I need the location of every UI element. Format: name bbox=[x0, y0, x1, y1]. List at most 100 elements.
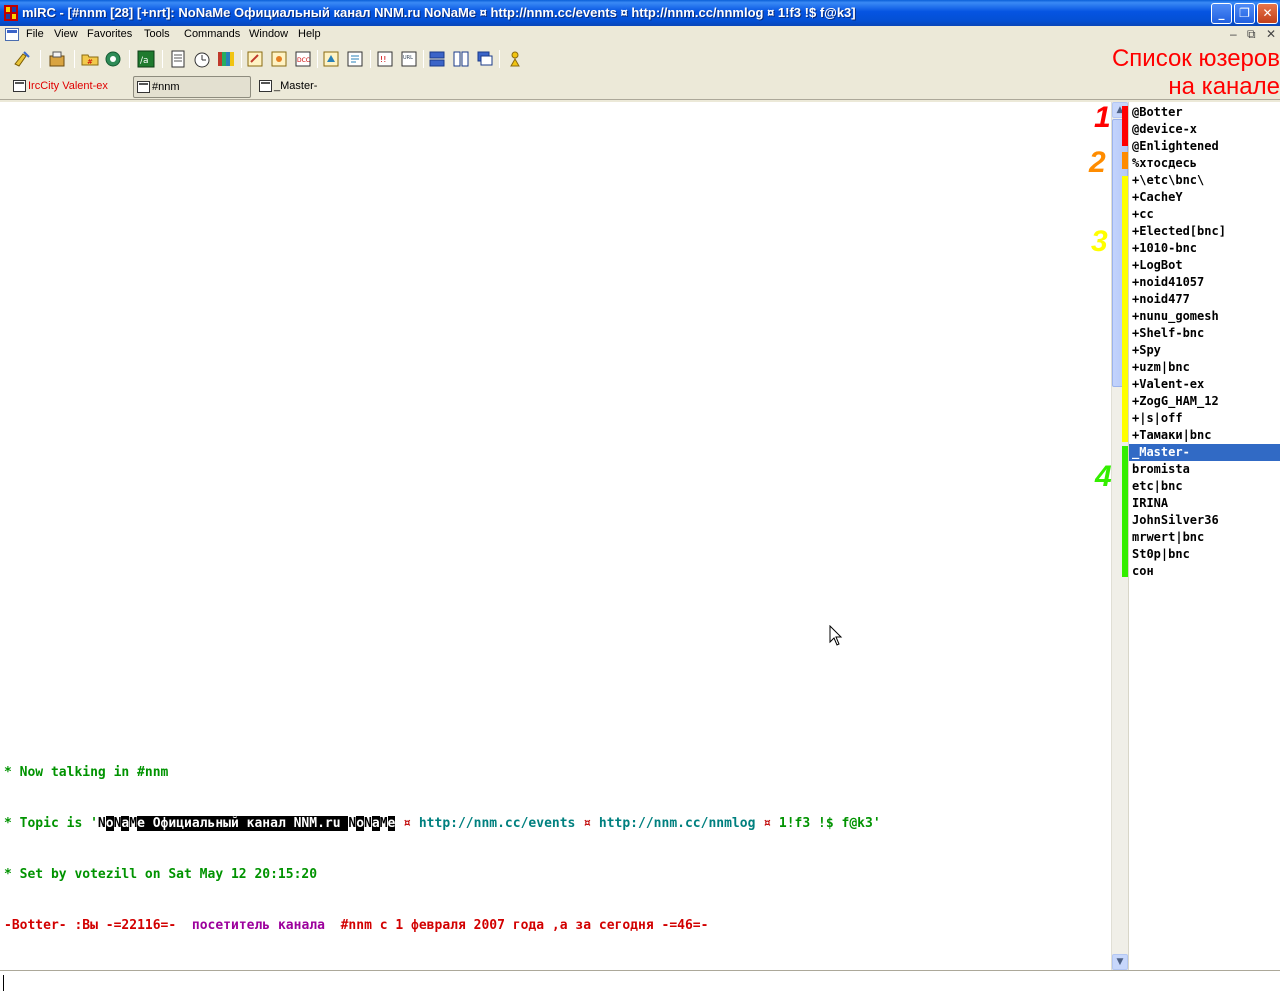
toolbar-separator bbox=[499, 50, 500, 68]
svg-text:#: # bbox=[87, 58, 93, 66]
nick-list-item[interactable]: +Spy bbox=[1129, 342, 1280, 359]
nick-list-item[interactable]: +1010-bnc bbox=[1129, 240, 1280, 257]
nick-list-item[interactable]: mrwert|bnc bbox=[1129, 529, 1280, 546]
group-4-bar bbox=[1122, 446, 1128, 577]
url-list-icon[interactable] bbox=[346, 50, 364, 68]
topic-link-events[interactable]: http://nnm.cc/events bbox=[419, 816, 576, 831]
nick-list-item[interactable]: +|s|off bbox=[1129, 410, 1280, 427]
nick-list-item[interactable]: +ZogG_HAM_12 bbox=[1129, 393, 1280, 410]
nick-list-item[interactable]: etc|bnc bbox=[1129, 478, 1280, 495]
menu-file[interactable]: File bbox=[26, 28, 44, 40]
title-bar[interactable]: mIRC - [#nnm [28] [+nrt]: NoNaMe Официал… bbox=[0, 0, 1280, 26]
options-icon[interactable] bbox=[48, 50, 66, 68]
topic-prefix: * Topic is ' bbox=[4, 816, 98, 831]
nick-list-item[interactable]: +Тамаки|bnc bbox=[1129, 427, 1280, 444]
menu-window[interactable]: Window bbox=[249, 28, 288, 40]
tab-channel-nnm[interactable]: #nnm bbox=[133, 76, 251, 98]
group-2-number: 2 bbox=[1089, 146, 1106, 179]
nick-list-item[interactable]: +Shelf-bnc bbox=[1129, 325, 1280, 342]
topic-char: e bbox=[137, 816, 145, 831]
tile-vertical-icon[interactable] bbox=[452, 50, 470, 68]
annotation-title-line2: на канале bbox=[1168, 73, 1280, 100]
nick-list-item[interactable]: @device-x bbox=[1129, 121, 1280, 138]
nick-list-item[interactable]: _Master- bbox=[1129, 444, 1280, 461]
scripts-editor-icon[interactable]: /a bbox=[137, 50, 155, 68]
minimize-button[interactable]: _ bbox=[1211, 3, 1232, 24]
notify-icon[interactable] bbox=[322, 50, 340, 68]
topic-char: a bbox=[371, 816, 380, 831]
cascade-icon[interactable] bbox=[476, 50, 494, 68]
topic-char: M bbox=[379, 816, 388, 831]
group-3-number: 3 bbox=[1091, 225, 1108, 258]
nick-list-item[interactable]: +\etc\bnc\ bbox=[1129, 172, 1280, 189]
message-input[interactable] bbox=[0, 970, 1280, 994]
channel-window-menu-icon[interactable] bbox=[5, 28, 19, 41]
menu-view[interactable]: View bbox=[54, 28, 78, 40]
mirc-app-icon[interactable] bbox=[4, 5, 18, 21]
nick-list-item[interactable]: @Enlightened bbox=[1129, 138, 1280, 155]
close-button[interactable]: ✕ bbox=[1257, 3, 1278, 24]
nick-list-item[interactable]: @Botter bbox=[1129, 104, 1280, 121]
nick-list-item[interactable]: +cc bbox=[1129, 206, 1280, 223]
topic-link-nnmlog[interactable]: http://nnm.cc/nnmlog bbox=[599, 816, 756, 831]
nick-list-item[interactable]: St0p|bnc bbox=[1129, 546, 1280, 563]
topic-separator: ¤ bbox=[575, 816, 599, 831]
tab-query-master[interactable]: _Master- bbox=[256, 76, 356, 98]
nick-list-item[interactable]: +uzm|bnc bbox=[1129, 359, 1280, 376]
log-viewer-icon[interactable] bbox=[169, 50, 187, 68]
nick-list-item[interactable]: +Valent-ex bbox=[1129, 376, 1280, 393]
timer-icon[interactable] bbox=[193, 50, 211, 68]
tab-label: _Master- bbox=[274, 80, 318, 92]
channels-folder-icon[interactable]: # bbox=[81, 50, 99, 68]
nick-list-item[interactable]: +CacheY bbox=[1129, 189, 1280, 206]
dcc-icon[interactable]: DCC bbox=[294, 50, 312, 68]
topic-tail: 1!f3 !$ f@k3' bbox=[778, 816, 881, 831]
chat-line-notice: -Botter- :Вы -=22116=- посетитель канала… bbox=[4, 917, 881, 934]
menu-favorites[interactable]: Favorites bbox=[87, 28, 132, 40]
chat-line-text: * Now talking in #nnm bbox=[4, 765, 169, 780]
channel-text-area[interactable]: * Now talking in #nnm * Topic is 'NoNaMe… bbox=[0, 102, 1111, 970]
connect-icon[interactable] bbox=[13, 50, 31, 68]
tile-horizontal-icon[interactable] bbox=[428, 50, 446, 68]
nick-list-item[interactable]: +Elected[bnc] bbox=[1129, 223, 1280, 240]
menu-tools[interactable]: Tools bbox=[144, 28, 170, 40]
nick-list-item[interactable]: JohnSilver36 bbox=[1129, 512, 1280, 529]
toolbar-separator bbox=[40, 50, 41, 68]
menu-help[interactable]: Help bbox=[298, 28, 321, 40]
switchbar: IrcCity Valent-ex #nnm _Master- bbox=[0, 74, 1280, 100]
colors-icon[interactable] bbox=[217, 50, 235, 68]
mdi-minimize-button[interactable]: ‒ bbox=[1230, 27, 1237, 41]
tab-irccity-status[interactable]: IrcCity Valent-ex bbox=[10, 76, 125, 98]
nick-list-item[interactable]: +nunu_gomesh bbox=[1129, 308, 1280, 325]
topic-char: o bbox=[356, 816, 365, 831]
chat-line-text: * Set by votezill on Sat May 12 20:15:20 bbox=[4, 867, 318, 882]
received-files-icon[interactable]: !! bbox=[376, 50, 394, 68]
nick-list-item[interactable]: сон bbox=[1129, 563, 1280, 580]
nick-list-item[interactable]: +noid477 bbox=[1129, 291, 1280, 308]
topic-char: o bbox=[105, 816, 114, 831]
nick-list-item[interactable]: +noid41057 bbox=[1129, 274, 1280, 291]
nick-list-item[interactable]: +LogBot bbox=[1129, 257, 1280, 274]
group-4-number: 4 bbox=[1095, 460, 1112, 493]
svg-text:/a: /a bbox=[140, 56, 149, 66]
toolbar-separator bbox=[162, 50, 163, 68]
url-catcher-icon[interactable]: URL bbox=[400, 50, 418, 68]
nick-list-item[interactable]: IRINA bbox=[1129, 495, 1280, 512]
chat-icon[interactable] bbox=[270, 50, 288, 68]
menu-commands[interactable]: Commands bbox=[184, 28, 240, 40]
help-icon[interactable] bbox=[506, 50, 524, 68]
address-book-icon[interactable] bbox=[104, 50, 122, 68]
mdi-close-button[interactable]: ✕ bbox=[1266, 27, 1276, 41]
nick-list-item[interactable]: %хтосдесь bbox=[1129, 155, 1280, 172]
notice-nick[interactable]: -Botter- bbox=[4, 918, 67, 933]
restore-button[interactable]: ❐ bbox=[1234, 3, 1255, 24]
send-file-icon[interactable] bbox=[246, 50, 264, 68]
nick-list[interactable]: @Botter @device-x @Enlightened %хтосдесь +\e… bbox=[1128, 102, 1280, 970]
scroll-down-arrow-icon[interactable]: ▼ bbox=[1112, 954, 1128, 970]
group-2-bar bbox=[1122, 152, 1128, 169]
group-1-number: 1 bbox=[1094, 101, 1111, 134]
topic-separator: ¤ bbox=[395, 816, 419, 831]
nick-list-item[interactable]: bromista bbox=[1129, 461, 1280, 478]
mdi-restore-button[interactable]: ⧉ bbox=[1247, 27, 1256, 42]
query-window-icon bbox=[259, 80, 272, 92]
